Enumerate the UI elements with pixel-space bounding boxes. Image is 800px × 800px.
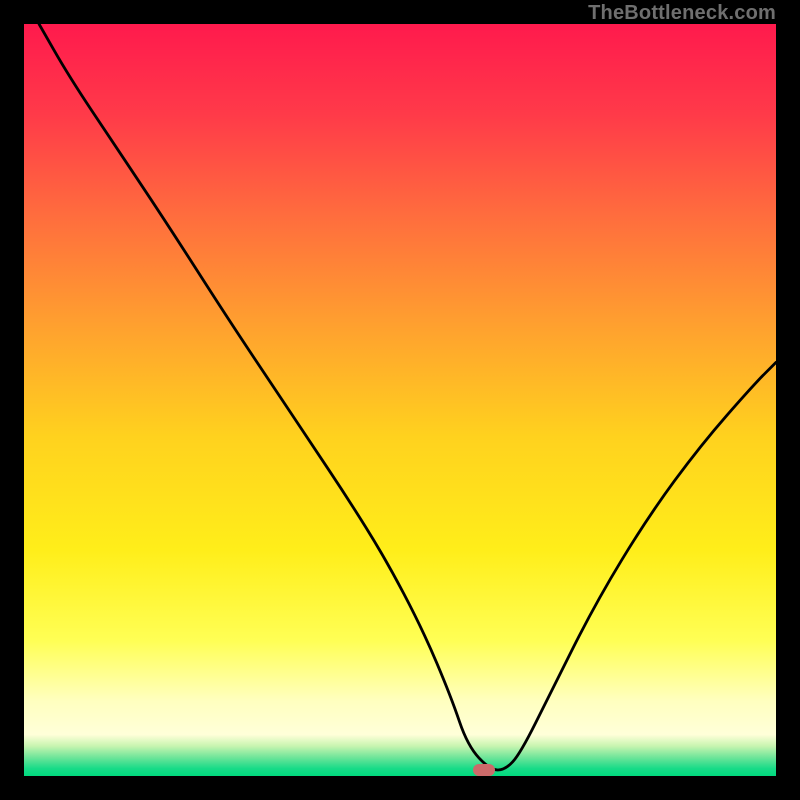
plot-svg (24, 24, 776, 776)
watermark-label: TheBottleneck.com (588, 2, 776, 25)
chart-container: TheBottleneck.com (0, 0, 800, 800)
gradient-background (24, 24, 776, 776)
plot-area (24, 24, 776, 776)
